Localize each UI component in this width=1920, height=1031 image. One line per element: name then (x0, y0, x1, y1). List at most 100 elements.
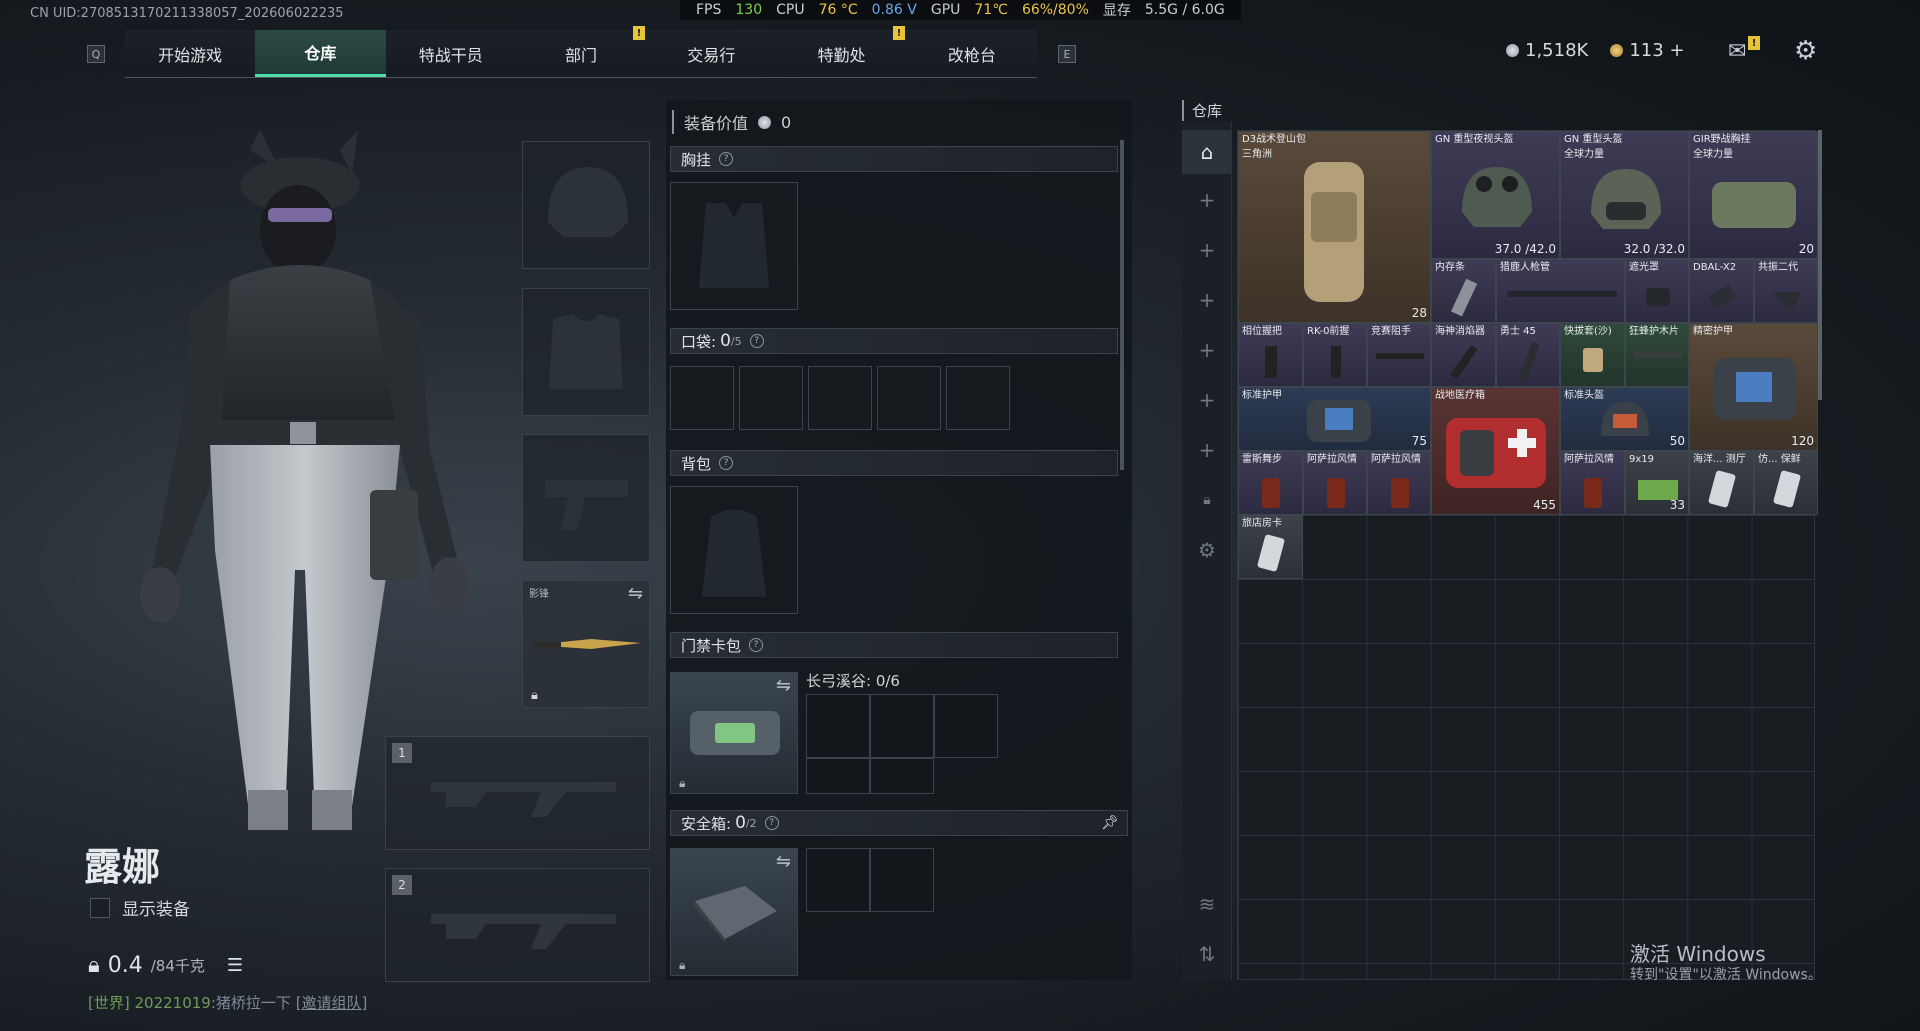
pocket-slot-2[interactable] (739, 366, 803, 430)
layers-icon[interactable]: ≋ (1182, 882, 1232, 926)
settings-gear-icon[interactable]: ⚙ (1182, 528, 1232, 572)
backpack-slot[interactable] (670, 486, 798, 614)
item-muzzle[interactable]: 竞赛阻手 (1367, 323, 1431, 387)
add-tab-icon[interactable]: + (1182, 378, 1232, 422)
item-barrel[interactable]: 猎鹿人枪管 (1496, 259, 1625, 323)
tab-department[interactable]: 部门 (516, 30, 646, 77)
tab-operators[interactable]: 特战干员 (386, 30, 516, 77)
show-equipment-checkbox[interactable] (90, 897, 110, 918)
item-sunshade[interactable]: 遮光罩 (1625, 259, 1689, 323)
warehouse-main-icon[interactable]: ⌂ (1182, 130, 1232, 174)
item-warrior45[interactable]: 勇士 45 (1496, 323, 1560, 387)
safebox-cell[interactable] (870, 848, 934, 912)
item-ammo[interactable]: 9x19 33 (1625, 451, 1689, 515)
add-tab-icon[interactable]: + (1182, 328, 1232, 372)
loadout-scrollbar[interactable] (1120, 140, 1124, 470)
safebox-cell[interactable] (806, 848, 870, 912)
item-phase-grip[interactable]: 相位握把 (1238, 323, 1303, 387)
helmet-slot[interactable] (522, 141, 650, 269)
tab-special-ops[interactable]: 特勤处 (776, 30, 906, 77)
item-nv-helmet[interactable]: GN 重型夜视头盔 37.0 /42.0 (1431, 131, 1560, 259)
keycard-cell[interactable] (806, 694, 870, 758)
swap-icon[interactable]: ⇋ (776, 675, 791, 696)
item-standard-armor[interactable]: 标准护甲 75 (1238, 387, 1431, 451)
melee-slot[interactable]: 影锋 ⇋ 🔒︎ (522, 580, 650, 708)
item-dbal[interactable]: DBAL-X2 (1689, 259, 1754, 323)
swap-icon[interactable]: ⇋ (628, 583, 643, 604)
item-room-card[interactable]: 旅店房卡 (1238, 515, 1303, 579)
tab-warehouse[interactable]: 仓库 (255, 30, 386, 77)
chat-user[interactable]: 20221019 (135, 994, 211, 1012)
item-precision-armor[interactable]: 精密护甲 120 (1689, 323, 1818, 451)
next-tab-key[interactable]: E (1058, 45, 1076, 63)
keycard-case-slot[interactable]: ⇋ 🔒︎ (670, 672, 798, 794)
armor-icon (1714, 358, 1796, 420)
pocket-slot-5[interactable] (946, 366, 1010, 430)
item-drink[interactable]: 阿萨拉风情 (1303, 451, 1367, 515)
settings-gear-icon[interactable]: ⚙ (1794, 36, 1817, 66)
add-tab-icon[interactable]: + (1182, 278, 1232, 322)
pocket-slot-3[interactable] (808, 366, 872, 430)
add-gold-button[interactable]: + (1669, 40, 1684, 61)
item-resonance[interactable]: 共振二代 (1754, 259, 1818, 323)
item-subtitle: 三角洲 (1242, 149, 1272, 160)
item-chest-rig[interactable]: GIR野战胸挂 全球力量 20 (1689, 131, 1818, 259)
sort-icon[interactable]: ⇅ (1182, 932, 1232, 976)
gold-currency[interactable]: 113 + (1610, 40, 1685, 61)
tab-start-game[interactable]: 开始游戏 (125, 30, 255, 77)
item-flash-hider[interactable]: 海神消焰器 (1431, 323, 1496, 387)
pocket-slot-4[interactable] (877, 366, 941, 430)
windows-activation-hint: 转到"设置"以激活 Windows。 (1630, 967, 1822, 983)
pistol-slot[interactable] (522, 434, 650, 562)
help-icon[interactable]: ? (764, 816, 779, 830)
primary-weapon-slot-1[interactable]: 1 (385, 736, 650, 850)
item-ram[interactable]: 内存条 (1431, 259, 1496, 323)
item-holster[interactable]: 快拔套(沙) (1560, 323, 1625, 387)
chest-rig-slot[interactable] (670, 182, 798, 310)
item-standard-helmet[interactable]: 标准头盔 50 (1560, 387, 1689, 451)
swap-icon[interactable]: ⇋ (776, 851, 791, 872)
silver-coin-icon (1506, 44, 1519, 57)
keycard-cell[interactable] (870, 694, 934, 758)
locked-tab-icon[interactable]: 🔒︎ (1182, 478, 1232, 522)
item-uses: 455 (1533, 498, 1556, 512)
keycard-cell[interactable] (870, 758, 934, 794)
item-drink[interactable]: 阿萨拉风情 (1560, 451, 1625, 515)
item-heavy-helmet[interactable]: GN 重型头盔 全球力量 32.0 /32.0 (1560, 131, 1689, 259)
item-preserve[interactable]: 仿... 保鲜 (1754, 451, 1818, 515)
item-backpack[interactable]: D3战术登山包 三角洲 28 (1238, 131, 1431, 323)
warehouse-scrollbar[interactable] (1818, 130, 1822, 400)
item-drink[interactable]: 雷斯舞步 (1238, 451, 1303, 515)
item-name: 精密护甲 (1693, 326, 1733, 337)
help-icon[interactable]: ? (719, 152, 734, 166)
armor-slot[interactable] (522, 288, 650, 416)
add-tab-icon[interactable]: + (1182, 178, 1232, 222)
keycard-label: 门禁卡包 (681, 636, 742, 655)
tab-market[interactable]: 交易行 (646, 30, 776, 77)
invite-team-link[interactable]: [邀请组队] (296, 994, 368, 1012)
help-icon[interactable]: ? (719, 456, 734, 470)
pin-icon[interactable]: 📌︎ (1101, 815, 1119, 831)
tab-gunsmith[interactable]: 改枪台 (907, 30, 1037, 77)
keycard-cell[interactable] (934, 694, 998, 758)
add-tab-icon[interactable]: + (1182, 228, 1232, 272)
help-icon[interactable]: ? (749, 334, 764, 348)
item-medkit[interactable]: 战地医疗箱 455 (1431, 387, 1560, 515)
show-equipment-toggle[interactable]: 显示装备 (90, 895, 190, 920)
pocket-slot-1[interactable] (670, 366, 734, 430)
mail-icon[interactable]: ✉ (1728, 39, 1746, 64)
add-tab-icon[interactable]: + (1182, 428, 1232, 472)
keycard-cell[interactable] (806, 758, 870, 794)
item-test-kit[interactable]: 海洋... 测厅 (1689, 451, 1754, 515)
primary-weapon-slot-2[interactable]: 2 (385, 868, 650, 982)
help-icon[interactable]: ? (749, 638, 764, 652)
item-durability: 50 (1669, 434, 1685, 448)
item-handguard[interactable]: 狂蜂护木片 (1625, 323, 1689, 387)
safebox-slot[interactable]: ⇋ 🔒︎ (670, 848, 798, 976)
item-drink[interactable]: 阿萨拉风情 (1367, 451, 1431, 515)
prev-tab-key[interactable]: Q (87, 45, 105, 63)
list-icon[interactable]: ☰ (227, 955, 243, 976)
gold-coin-icon (1610, 44, 1624, 57)
item-rk0-grip[interactable]: RK-0前握 (1303, 323, 1367, 387)
chest-rig-icon (1712, 182, 1796, 228)
